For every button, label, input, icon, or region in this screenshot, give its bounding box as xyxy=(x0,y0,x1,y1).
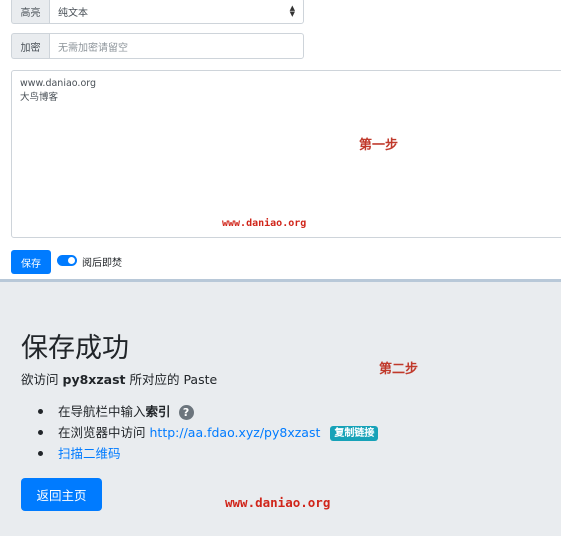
index-keyword: 索引 xyxy=(145,404,171,419)
content-line-1: www.daniao.org xyxy=(20,78,97,89)
encrypt-placeholder: 无需加密请留空 xyxy=(58,42,128,54)
step2-annotation: 第二步 xyxy=(379,362,419,377)
burn-after-read-toggle[interactable] xyxy=(57,255,77,266)
encrypt-password-input[interactable]: 无需加密请留空 xyxy=(49,33,304,59)
burn-after-read-label: 阅后即焚 xyxy=(82,258,122,269)
paste-content-textarea[interactable]: www.daniao.org 大鸟博客 xyxy=(11,70,561,238)
visit-suffix: 所对应的 Paste xyxy=(129,372,218,387)
back-home-button[interactable]: 返回主页 xyxy=(21,478,102,511)
save-button[interactable]: 保存 xyxy=(11,250,51,274)
copy-link-badge[interactable]: 复制链接 xyxy=(330,426,379,441)
list-item-browser: 在浏览器中访问 http://aa.fdao.xyz/py8xzast 复制链接 xyxy=(38,422,379,443)
paste-url-link[interactable]: http://aa.fdao.xyz/py8xzast xyxy=(150,425,321,440)
scan-qr-link[interactable]: 扫描二维码 xyxy=(58,446,121,461)
watermark-bottom: www.daniao.org xyxy=(225,495,331,510)
watermark-top: www.daniao.org xyxy=(222,218,307,229)
list-item-nav: 在导航栏中输入索引 ? xyxy=(38,401,378,422)
paste-form: 高亮 纯文本 ▲ ▼ 加密 无需加密请留空 www.daniao.org 大鸟博客… xyxy=(0,0,561,280)
help-icon[interactable]: ? xyxy=(178,405,194,420)
highlight-label: 高亮 xyxy=(11,0,49,24)
highlight-group: 高亮 纯文本 ▲ ▼ xyxy=(11,0,304,24)
highlight-select[interactable]: 纯文本 ▲ ▼ xyxy=(49,0,304,24)
visit-prefix: 欲访问 xyxy=(21,372,59,387)
paste-id: py8xzast xyxy=(62,372,126,387)
toggle-knob xyxy=(68,257,75,264)
encrypt-label: 加密 xyxy=(11,33,49,59)
visit-instructions: 欲访问 py8xzast 所对应的 Paste xyxy=(21,369,217,388)
highlight-select-value: 纯文本 xyxy=(58,7,88,19)
success-title: 保存成功 xyxy=(21,333,129,364)
step1-annotation: 第一步 xyxy=(359,138,399,153)
list-item-qr: 扫描二维码 xyxy=(38,443,378,464)
nav-instruction: 在导航栏中输入 xyxy=(58,404,146,419)
browser-instruction: 在浏览器中访问 xyxy=(58,425,146,440)
select-arrows-icon: ▲ ▼ xyxy=(289,4,295,18)
content-line-2: 大鸟博客 xyxy=(20,92,59,103)
encrypt-group: 加密 无需加密请留空 xyxy=(11,33,304,59)
access-methods-list: 在导航栏中输入索引 ? 在浏览器中访问 http://aa.fdao.xyz/p… xyxy=(38,401,379,464)
